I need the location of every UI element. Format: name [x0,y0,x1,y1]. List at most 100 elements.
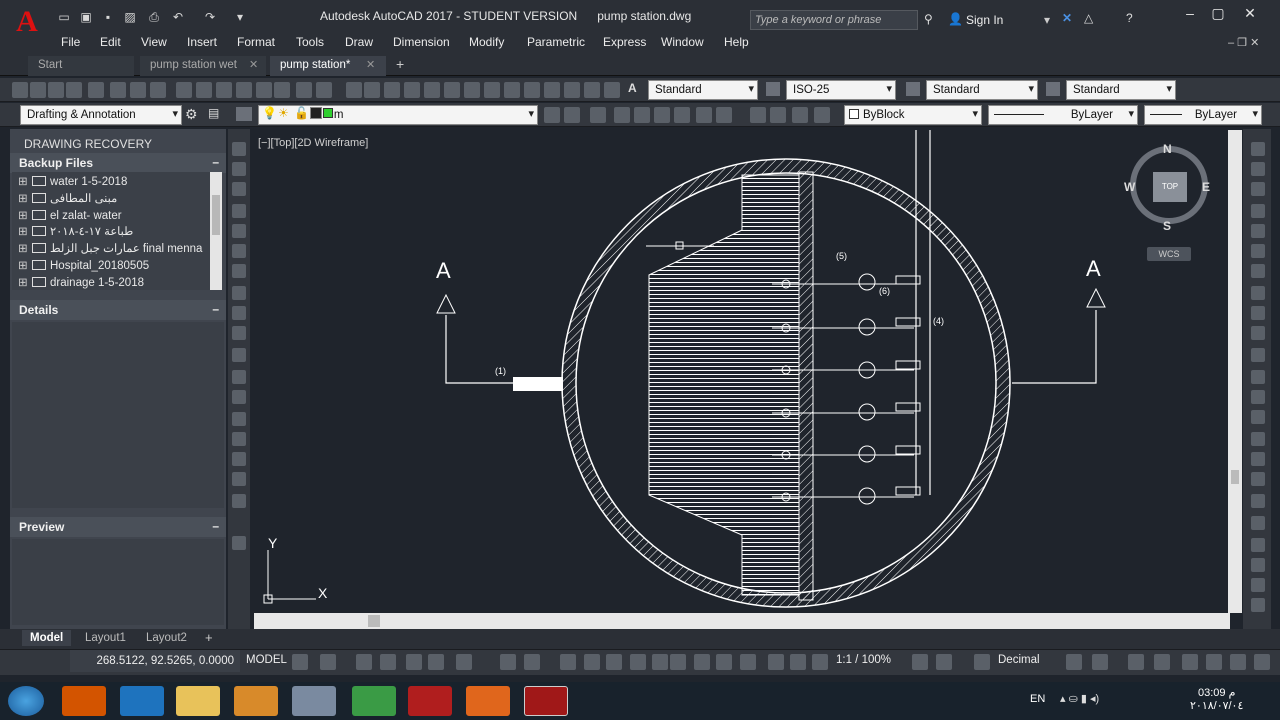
backup-file-item[interactable]: ⊞ طباعة ١٧-٤-٢٠١٨ [12,224,133,240]
close-tab-icon[interactable]: ✕ [249,58,258,71]
clean-screen-icon[interactable] [1182,654,1198,670]
tab-layout2[interactable]: Layout2 [138,630,195,646]
horizontal-scrollbar[interactable] [254,613,1230,629]
viewcube-west[interactable]: W [1124,180,1135,194]
screen-recorder-icon[interactable] [466,686,510,716]
customize-icon[interactable] [1206,654,1222,670]
transparency-icon[interactable] [814,107,830,123]
block-editor-icon[interactable] [274,82,290,98]
zoom-window-icon[interactable] [384,82,400,98]
viewcube-east[interactable]: E [1202,180,1210,194]
vscroll-thumb[interactable] [1231,470,1239,484]
graphics-performance-icon[interactable] [1154,654,1170,670]
expand-icon[interactable]: ⊞ [18,208,28,222]
backup-file-item[interactable]: ⊞ عمارات جبل الزلط final menna [12,241,202,257]
zoom-realtime-icon[interactable] [364,82,380,98]
paste-special-icon[interactable] [236,82,252,98]
help-icon[interactable]: ? [1126,11,1133,25]
lineweight-dropdown[interactable]: ByLayer [1144,105,1262,125]
layer-iso-icon[interactable] [634,107,650,123]
anno-scale-icon[interactable] [790,654,806,670]
tab-start[interactable]: Start [28,56,134,76]
collapse-icon[interactable]: – [212,155,219,169]
fillet-icon[interactable] [1251,452,1265,466]
mirror-icon[interactable] [1251,182,1265,196]
break-at-point-icon[interactable] [1251,370,1265,384]
make-current-icon[interactable] [590,107,606,123]
gear-icon[interactable] [912,654,928,670]
join-icon[interactable] [1251,410,1265,424]
measure-icon[interactable] [1251,578,1265,592]
menu-help[interactable]: Help [724,35,749,49]
close-tab-icon[interactable]: ✕ [366,58,375,71]
a360-icon[interactable]: △ [1084,11,1093,25]
color-dropdown[interactable]: ByBlock [844,105,982,125]
internet-explorer-icon[interactable] [120,686,164,716]
redo-icon[interactable]: ↷ [202,10,218,24]
menu-modify[interactable]: Modify [469,35,504,49]
multiline-text-icon[interactable] [232,536,246,550]
annotation-visibility-icon[interactable] [694,654,710,670]
move-icon[interactable] [1251,244,1265,258]
match-layer-icon[interactable] [614,107,630,123]
units-icon[interactable] [974,654,990,670]
line-icon[interactable] [232,142,246,156]
file-explorer-icon[interactable] [176,686,220,716]
save-icon[interactable] [48,82,64,98]
markup-icon[interactable] [504,82,520,98]
sign-in-button[interactable]: Sign In [966,13,1003,27]
region-icon[interactable] [232,472,246,486]
autocad-taskbar-icon[interactable] [524,686,568,716]
array-icon[interactable] [1251,224,1265,238]
layer-previous-icon[interactable] [544,107,560,123]
stretch-icon[interactable] [1251,306,1265,320]
menu-draw[interactable]: Draw [345,35,373,49]
doc-window-controls[interactable]: – ❐ ✕ [1228,36,1259,49]
pan-icon[interactable] [346,82,362,98]
explode-icon[interactable] [1251,494,1265,508]
expand-icon[interactable]: ⊞ [18,191,28,205]
tab-pump-station-wet[interactable]: pump station wet [140,56,266,76]
selection-cycling-icon[interactable] [584,654,600,670]
text-style-dropdown[interactable]: Standard [648,80,758,100]
menu-view[interactable]: View [141,35,167,49]
osnap-icon[interactable] [500,654,516,670]
batch-plot-icon[interactable] [150,82,166,98]
circle-icon[interactable] [232,264,246,278]
redo-icon[interactable] [316,82,332,98]
table-style-dropdown[interactable]: Standard [926,80,1038,100]
spline-icon[interactable] [232,306,246,320]
viewcube-top[interactable]: TOP [1153,172,1187,202]
viewcube-south[interactable]: S [1163,219,1171,233]
expand-icon[interactable]: ⊞ [18,258,28,272]
layer-states-icon[interactable] [544,82,560,98]
quickcalc-icon[interactable] [524,82,540,98]
multileader-style-dropdown[interactable]: Standard [1066,80,1176,100]
offset-icon[interactable] [1251,204,1265,218]
dynamic-ucs-icon[interactable] [630,654,646,670]
dim-style-dropdown[interactable]: ISO-25 [786,80,896,100]
menu-file[interactable]: File [61,35,80,49]
new-icon[interactable]: ▭ [56,10,72,24]
open-icon[interactable] [30,82,46,98]
save-as-icon[interactable]: ▨ [122,10,138,24]
menu-format[interactable]: Format [237,35,275,49]
close-icon[interactable]: ✕ [1238,4,1262,22]
vertical-scrollbar[interactable] [1228,130,1242,613]
chamfer-icon[interactable] [1251,432,1265,446]
linetype-dropdown[interactable]: ByLayer [988,105,1138,125]
ungroup-icon[interactable] [1251,558,1265,572]
lineweight-control-icon[interactable] [792,107,808,123]
annotation-monitor-icon[interactable] [740,654,756,670]
backup-file-item[interactable]: ⊞ el zalat- water [12,208,122,224]
new-layout-icon[interactable]: + [205,630,213,645]
cut-icon[interactable] [176,82,192,98]
maximize-icon[interactable]: ▢ [1206,4,1230,22]
tab-layout1[interactable]: Layout1 [77,630,134,646]
selection-filter-icon[interactable] [652,654,668,670]
polygon-icon[interactable] [232,204,246,218]
polyline-icon[interactable] [232,182,246,196]
osnap-tracking-icon[interactable] [456,654,472,670]
layer-off-icon[interactable] [696,107,712,123]
menu-parametric[interactable]: Parametric [527,35,585,49]
